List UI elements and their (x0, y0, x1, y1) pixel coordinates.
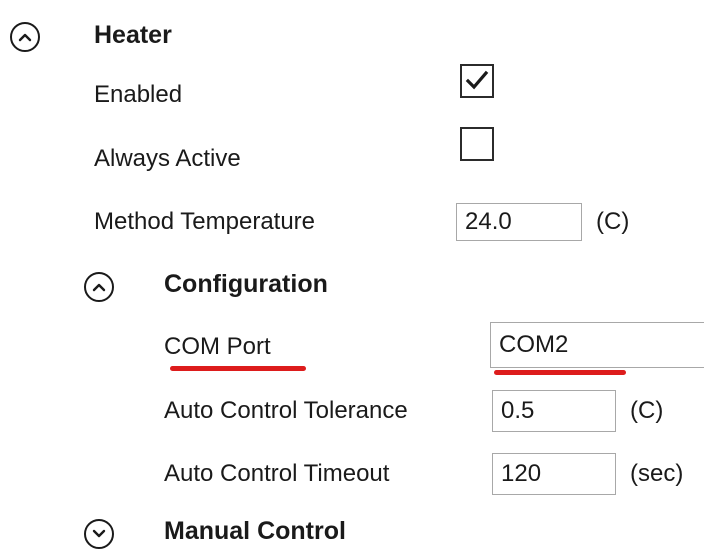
auto-control-timeout-unit: (sec) (630, 460, 684, 487)
configuration-collapse-button[interactable] (84, 272, 114, 302)
com-port-label: COM Port (164, 333, 271, 360)
auto-control-timeout-input[interactable] (492, 453, 616, 495)
configuration-section-title: Configuration (164, 270, 328, 298)
enabled-checkbox[interactable] (460, 64, 494, 98)
auto-control-tolerance-input[interactable] (492, 390, 616, 432)
heater-section-title: Heater (94, 21, 172, 49)
chevron-up-icon (18, 33, 32, 42)
com-port-input[interactable] (490, 322, 704, 368)
enabled-label: Enabled (94, 81, 183, 108)
method-temperature-label: Method Temperature (94, 208, 316, 235)
manual-control-expand-button[interactable] (84, 519, 114, 549)
always-active-label: Always Active (94, 145, 241, 172)
com-port-label-annotation-underline (170, 366, 306, 371)
auto-control-tolerance-unit: (C) (630, 397, 664, 424)
heater-collapse-button[interactable] (10, 22, 40, 52)
chevron-up-icon (92, 283, 106, 292)
chevron-down-icon (92, 529, 106, 538)
method-temperature-input[interactable] (456, 203, 582, 241)
manual-control-section-title: Manual Control (164, 517, 346, 545)
auto-control-timeout-label: Auto Control Timeout (164, 460, 390, 487)
always-active-checkbox[interactable] (460, 127, 494, 161)
method-temperature-unit: (C) (596, 208, 630, 235)
com-port-value-annotation-underline (494, 370, 626, 375)
auto-control-tolerance-label: Auto Control Tolerance (164, 397, 408, 424)
checkmark-icon (465, 70, 489, 90)
